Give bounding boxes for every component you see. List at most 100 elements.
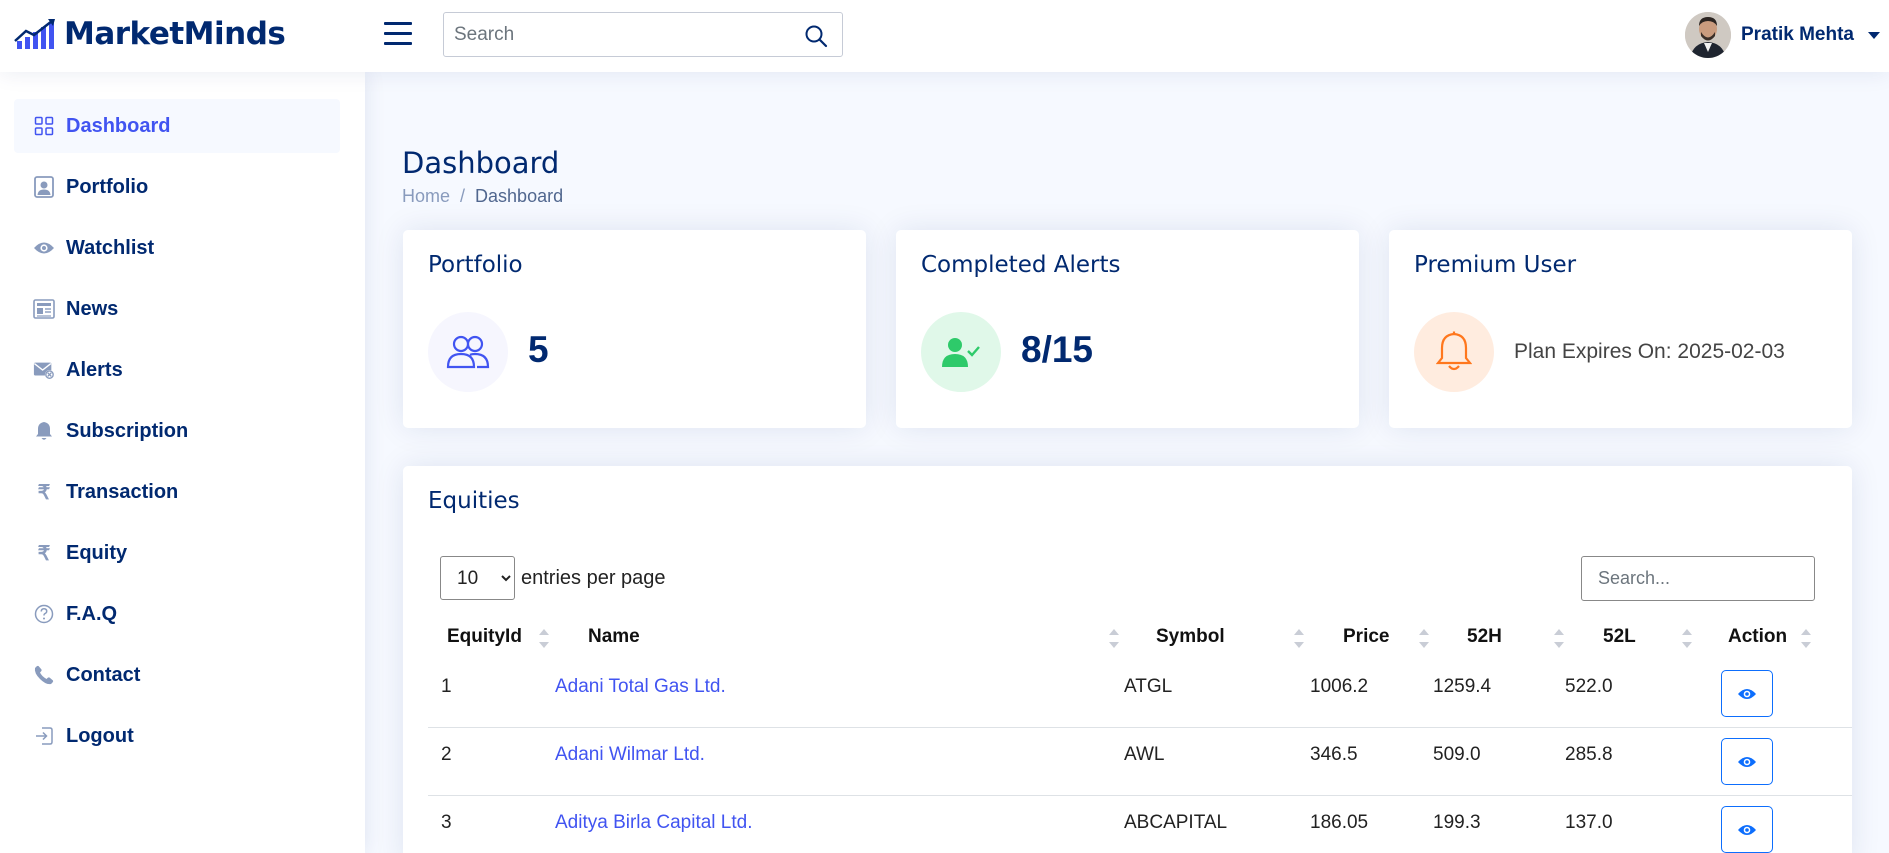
breadcrumb: Home / Dashboard xyxy=(402,186,563,207)
sort-icon[interactable] xyxy=(1682,623,1692,653)
cell-price: 186.05 xyxy=(1310,812,1369,833)
sidebar-item-label: Transaction xyxy=(66,480,179,503)
sidebar-item-alerts[interactable]: Alerts xyxy=(14,343,340,397)
cell-equity-name[interactable]: Adani Total Gas Ltd. xyxy=(555,676,726,698)
sidebar-item-watchlist[interactable]: Watchlist xyxy=(14,221,340,275)
breadcrumb-current: Dashboard xyxy=(475,186,564,206)
equities-title: Equities xyxy=(428,488,520,514)
search-input[interactable] xyxy=(454,21,794,49)
column-header-symbol[interactable]: Symbol xyxy=(1156,626,1225,648)
sidebar-item-label: News xyxy=(66,297,119,320)
cell-52h: 509.0 xyxy=(1433,744,1481,765)
eye-icon xyxy=(33,237,55,259)
cell-52l: 137.0 xyxy=(1565,812,1613,833)
sidebar-item-subscription[interactable]: Subscription xyxy=(14,404,340,458)
people-icon xyxy=(428,312,508,392)
sort-icon[interactable] xyxy=(1109,623,1119,653)
view-button[interactable] xyxy=(1721,806,1773,853)
table-search-input[interactable] xyxy=(1581,556,1815,601)
sidebar-item-label: F.A.Q xyxy=(66,602,118,625)
sidebar-item-label: Logout xyxy=(66,724,134,747)
logo[interactable]: MarketMinds xyxy=(14,14,286,54)
sidebar: Dashboard Portfolio Watchlist News Alert… xyxy=(0,72,365,853)
envelope-x-icon xyxy=(33,359,55,381)
column-header-equityid[interactable]: EquityId xyxy=(447,626,522,648)
entries-label: entries per page xyxy=(521,566,666,589)
sidebar-item-contact[interactable]: Contact xyxy=(14,648,340,702)
sort-icon[interactable] xyxy=(1801,623,1811,653)
completed-alerts-card: Completed Alerts 8/15 xyxy=(896,230,1359,428)
sort-icon[interactable] xyxy=(539,623,549,653)
profile-dropdown[interactable]: Pratik Mehta xyxy=(1685,12,1880,58)
breadcrumb-separator: / xyxy=(460,186,466,206)
cell-52h: 1259.4 xyxy=(1433,676,1492,697)
menu-toggle-icon[interactable] xyxy=(384,22,412,46)
sort-icon[interactable] xyxy=(1294,623,1304,653)
avatar xyxy=(1685,12,1731,58)
sidebar-item-label: Dashboard xyxy=(66,114,171,137)
sidebar-item-news[interactable]: News xyxy=(14,282,340,336)
table-row: 2 Adani Wilmar Ltd. AWL 346.5 509.0 285.… xyxy=(428,728,1852,796)
entries-select[interactable]: 10 xyxy=(440,556,515,600)
column-header-action[interactable]: Action xyxy=(1728,626,1787,648)
sort-icon[interactable] xyxy=(1554,623,1564,653)
sidebar-item-equity[interactable]: ₹ Equity xyxy=(14,526,340,580)
sidebar-item-portfolio[interactable]: Portfolio xyxy=(14,160,340,214)
column-header-52h[interactable]: 52H xyxy=(1467,626,1502,648)
header-search xyxy=(443,12,843,57)
sidebar-item-label: Portfolio xyxy=(66,175,149,198)
equities-card: Equities 10 entries per page EquityId Na… xyxy=(403,466,1852,853)
cell-equity-name[interactable]: Adani Wilmar Ltd. xyxy=(555,744,705,766)
cell-symbol: ABCAPITAL xyxy=(1124,812,1228,833)
chevron-down-icon xyxy=(1867,31,1880,39)
sort-icon[interactable] xyxy=(1419,623,1429,653)
bell-icon xyxy=(1414,312,1494,392)
view-button[interactable] xyxy=(1721,670,1773,717)
card-title: Portfolio xyxy=(428,252,523,278)
view-button[interactable] xyxy=(1721,738,1773,785)
entries-per-page: 10 entries per page xyxy=(440,556,666,600)
cell-equity-id: 3 xyxy=(441,812,452,833)
cell-52l: 522.0 xyxy=(1565,676,1613,697)
bell-icon xyxy=(33,420,55,442)
card-title: Completed Alerts xyxy=(921,252,1121,278)
user-name: Pratik Mehta xyxy=(1741,24,1854,45)
cell-52h: 199.3 xyxy=(1433,812,1481,833)
plan-expiry-text: Plan Expires On: 2025-02-03 xyxy=(1514,340,1785,363)
eye-icon xyxy=(1738,824,1756,835)
cell-equity-name[interactable]: Aditya Birla Capital Ltd. xyxy=(555,812,753,834)
sidebar-item-dashboard[interactable]: Dashboard xyxy=(14,99,340,153)
cell-price: 346.5 xyxy=(1310,744,1358,765)
eye-icon xyxy=(1738,688,1756,699)
rupee-icon: ₹ xyxy=(37,542,51,565)
grid-icon xyxy=(33,115,55,137)
top-header: MarketMinds Pratik Mehta xyxy=(0,0,1889,72)
box-arrow-in-right-icon xyxy=(33,725,55,747)
cell-52l: 285.8 xyxy=(1565,744,1613,765)
table-row: 3 Aditya Birla Capital Ltd. ABCAPITAL 18… xyxy=(428,796,1852,853)
person-check-icon xyxy=(921,312,1001,392)
portfolio-count: 5 xyxy=(528,329,549,370)
sidebar-item-label: Contact xyxy=(66,663,141,686)
sidebar-item-faq[interactable]: F.A.Q xyxy=(14,587,340,641)
person-badge-icon xyxy=(33,176,55,198)
column-header-52l[interactable]: 52L xyxy=(1603,626,1636,648)
column-header-name[interactable]: Name xyxy=(588,626,640,648)
portfolio-card: Portfolio 5 xyxy=(403,230,866,428)
completed-alerts-value: 8/15 xyxy=(1021,329,1094,370)
newspaper-icon xyxy=(33,298,55,320)
cell-price: 1006.2 xyxy=(1310,676,1369,697)
cell-symbol: ATGL xyxy=(1124,676,1173,697)
sidebar-item-transaction[interactable]: ₹ Transaction xyxy=(14,465,340,519)
breadcrumb-home[interactable]: Home xyxy=(402,186,450,207)
column-header-price[interactable]: Price xyxy=(1343,626,1389,648)
chart-logo-icon xyxy=(14,19,55,49)
brand-name: MarketMinds xyxy=(64,16,286,52)
sidebar-item-logout[interactable]: Logout xyxy=(14,709,340,763)
telephone-icon xyxy=(33,664,55,686)
sidebar-item-label: Watchlist xyxy=(66,236,155,259)
search-icon[interactable] xyxy=(804,24,828,48)
eye-icon xyxy=(1738,756,1756,767)
cell-equity-id: 1 xyxy=(441,676,452,697)
sidebar-item-label: Equity xyxy=(66,541,128,564)
